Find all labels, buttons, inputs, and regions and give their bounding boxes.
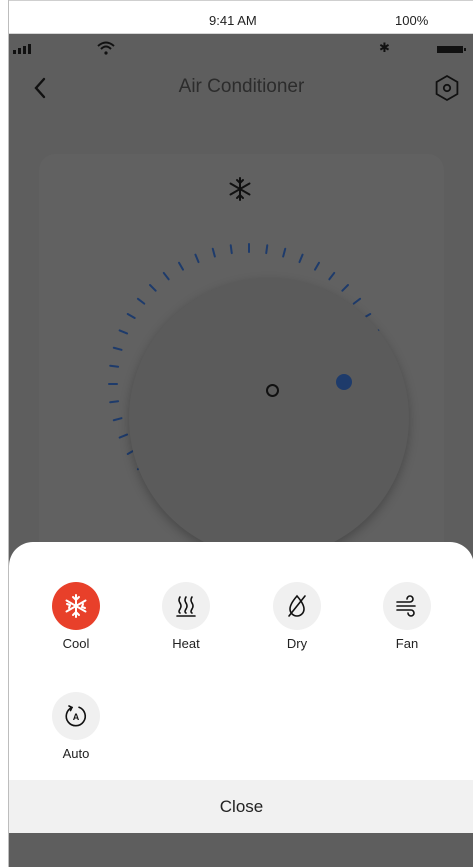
battery-icon [437,46,466,53]
mode-fan[interactable]: Fan [367,582,447,651]
app-frame: 9:41 AM 100% ✱ Air Conditioner Cool Heat… [8,0,473,867]
snowflake-icon [65,594,87,618]
mode-selector-sheet: Cool Heat Dry Fan A Auto Close [9,542,473,833]
temperature-knob[interactable] [129,278,409,558]
close-button[interactable]: Close [9,780,473,833]
mode-dry-circle [273,582,321,630]
snowflake-icon [229,177,251,201]
mode-cool-circle [52,582,100,630]
knob-center-marker [266,384,279,397]
device-status-bar: ✱ [9,34,473,62]
page-title: Air Conditioner [178,76,305,97]
simulator-bar: 9:41 AM 100% [9,0,473,34]
settings-hexagon-icon[interactable] [433,74,461,102]
wifi-icon [97,41,115,55]
mode-auto-circle: A [52,692,100,740]
mode-heat[interactable]: Heat [146,582,226,651]
mode-cool[interactable]: Cool [36,582,116,651]
auto-mode-icon: A [65,705,87,727]
simulator-battery: 100% [395,13,429,28]
mode-heat-label: Heat [172,636,200,651]
svg-text:A: A [73,712,80,722]
mode-auto-label: Auto [62,746,90,761]
mode-heat-circle [162,582,210,630]
temperature-slider-handle[interactable] [336,374,352,390]
nav-bar: Air Conditioner [9,64,473,112]
mode-cool-label: Cool [62,636,90,651]
heat-waves-icon [176,596,196,617]
mode-auto[interactable]: A Auto [36,692,116,761]
simulator-time: 9:41 AM [209,13,257,28]
mode-fan-circle [383,582,431,630]
mode-dry[interactable]: Dry [257,582,337,651]
bluetooth-icon: ✱ [379,40,390,55]
mode-dry-label: Dry [286,636,308,651]
wind-icon [396,595,416,617]
droplet-off-icon [288,594,306,617]
signal-icon [13,44,37,54]
mode-fan-label: Fan [395,636,419,651]
